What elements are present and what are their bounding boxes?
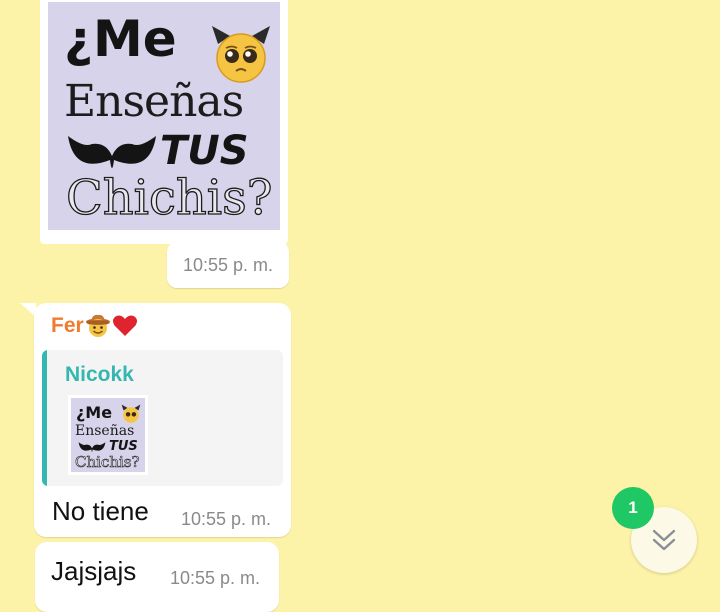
quoted-author: Nicokk: [65, 363, 134, 386]
sticker-image: ¿Me Enseñas TUS Chichis?: [48, 2, 280, 230]
cowboy-face-icon: [85, 314, 110, 337]
red-heart-icon: [112, 315, 137, 336]
reply-message-text: No tiene: [52, 496, 149, 526]
message-timestamp: 10:55 p. m.: [170, 568, 261, 588]
smiling-devil-pleading-icon: [121, 404, 141, 423]
thumb-text-line-1: ¿Me: [76, 403, 113, 422]
sticker-text-line-3: TUS: [160, 128, 249, 174]
message-text: Jajsjajs: [51, 556, 137, 586]
quote-accent-bar: [42, 350, 47, 486]
sticker-text-line-2: Enseñas: [64, 76, 244, 127]
sticker-message[interactable]: ¿Me Enseñas TUS Chichis?: [40, 0, 288, 244]
unread-count-badge: 1: [612, 487, 654, 529]
sticker-timestamp: 10:55 p. m.: [167, 242, 289, 288]
thumb-text-line-4: Chichis?: [75, 453, 140, 472]
thumb-text-line-2: Enseñas: [75, 423, 135, 439]
reply-message-timestamp: 10:55 p. m.: [181, 509, 272, 529]
thumb-text-line-3: TUS: [109, 439, 138, 454]
sender-name: Fer: [51, 313, 138, 339]
quoted-sticker-thumbnail: ¿Me Enseñas TUS Chichis?: [68, 395, 148, 475]
double-chevron-down-icon: [652, 529, 676, 551]
sender-name-text: Fer: [51, 314, 84, 337]
sticker-text-line-4: Chichis?: [65, 169, 273, 226]
